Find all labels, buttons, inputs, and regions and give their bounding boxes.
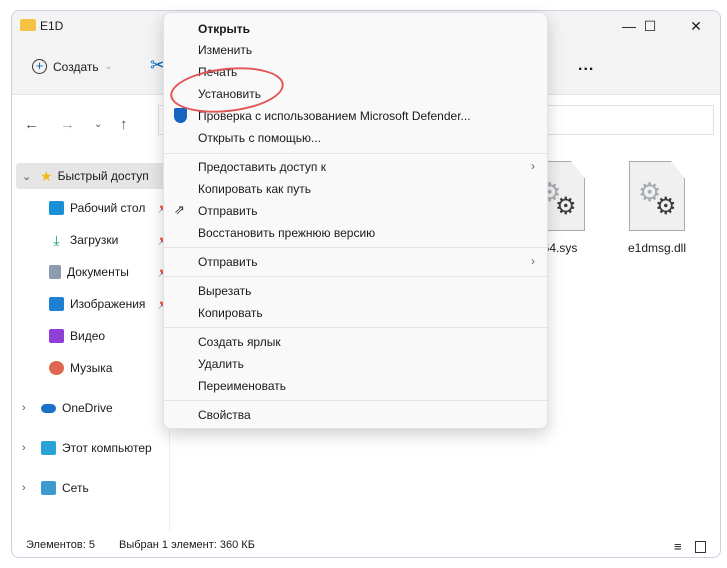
network-icon <box>41 481 56 495</box>
cloud-icon <box>41 403 56 413</box>
close-button[interactable]: ✕ <box>676 15 716 37</box>
sidebar-label: Быстрый доступ <box>57 169 149 183</box>
menu-separator <box>164 327 547 328</box>
menu-item-share[interactable]: Отправить <box>198 204 258 218</box>
more-button[interactable]: ... <box>578 57 594 75</box>
create-button[interactable]: + Создать ⌄ <box>32 59 112 74</box>
menu-item-copy[interactable]: Копировать <box>198 306 263 320</box>
sidebar-item-videos[interactable]: Видео <box>12 323 170 349</box>
chevron-right-icon: › <box>531 159 535 173</box>
menu-item-edit[interactable]: Изменить <box>198 43 252 57</box>
plus-icon: + <box>32 59 47 74</box>
chevron-down-icon: ⌄ <box>22 170 32 183</box>
sidebar-item-pictures[interactable]: Изображения📌 <box>12 291 170 317</box>
file-name: e1dmsg.dll <box>627 241 687 255</box>
computer-icon <box>41 441 56 455</box>
chevron-right-icon: › <box>22 482 26 494</box>
folder-icon <box>20 19 36 31</box>
sidebar-label: Изображения <box>70 297 146 311</box>
sidebar-item-desktop[interactable]: Рабочий стол📌 <box>12 195 170 221</box>
navigation-pane: ⌄ ★ Быстрый доступ Рабочий стол📌 ⤓ Загруз… <box>12 151 170 531</box>
sidebar-label: Этот компьютер <box>62 441 152 455</box>
video-icon <box>49 329 64 343</box>
music-icon <box>49 361 64 375</box>
sidebar-item-documents[interactable]: Документы📌 <box>12 259 170 285</box>
sidebar-quick-access[interactable]: ⌄ ★ Быстрый доступ <box>16 163 170 189</box>
menu-item-rename[interactable]: Переименовать <box>198 379 286 393</box>
status-bar: Элементов: 5 Выбран 1 элемент: 360 КБ ≡ <box>12 539 720 557</box>
menu-separator <box>164 276 547 277</box>
sidebar-item-downloads[interactable]: ⤓Загрузки📌 <box>12 227 170 253</box>
documents-icon <box>49 265 61 279</box>
menu-item-send-to[interactable]: Отправить <box>198 255 258 269</box>
menu-separator <box>164 247 547 248</box>
sidebar-item-this-pc[interactable]: › Этот компьютер <box>12 435 170 461</box>
create-label: Создать <box>53 59 99 74</box>
sidebar-label: Загрузки <box>70 233 119 247</box>
sidebar-item-network[interactable]: › Сеть <box>12 475 170 501</box>
sidebar-item-onedrive[interactable]: › OneDrive <box>12 395 170 421</box>
defender-shield-icon <box>174 108 187 123</box>
sidebar-label: Документы <box>67 265 129 279</box>
sidebar-label: OneDrive <box>62 401 113 415</box>
item-count: Элементов: 5 <box>26 539 95 551</box>
menu-item-copy-path[interactable]: Копировать как путь <box>198 182 311 196</box>
menu-item-open-with[interactable]: Открыть с помощью... <box>198 131 321 145</box>
chevron-right-icon: › <box>22 442 26 454</box>
selection-info: Выбран 1 элемент: 360 КБ <box>119 539 255 551</box>
sidebar-label: Музыка <box>70 361 113 375</box>
system-file-icon: ⚙ ⚙ <box>629 161 685 231</box>
chevron-right-icon: › <box>531 254 535 268</box>
details-view-icon[interactable]: ≡ <box>674 539 682 554</box>
menu-item-restore-previous[interactable]: Восстановить прежнюю версию <box>198 226 375 240</box>
download-icon: ⤓ <box>53 232 60 248</box>
sidebar-item-music[interactable]: Музыка <box>12 355 170 381</box>
chevron-right-icon: › <box>22 402 26 414</box>
pictures-icon <box>49 297 64 311</box>
file-item[interactable]: ⚙ ⚙ e1dmsg.dll <box>612 161 702 255</box>
share-icon: ⇗ <box>174 202 185 217</box>
menu-separator <box>164 153 547 154</box>
sidebar-label: Видео <box>70 329 106 343</box>
maximize-button[interactable]: ☐ <box>630 15 670 37</box>
menu-separator <box>164 400 547 401</box>
up-button[interactable]: ↑ <box>120 116 128 133</box>
sidebar-label: Сеть <box>62 481 89 495</box>
window-title: E1D <box>40 19 64 33</box>
recent-dropdown[interactable]: ⌄ <box>94 119 102 130</box>
menu-item-delete[interactable]: Удалить <box>198 357 244 371</box>
star-icon: ★ <box>40 167 53 184</box>
desktop-icon <box>49 201 64 215</box>
menu-item-defender-scan[interactable]: Проверка с использованием Microsoft Defe… <box>198 109 471 123</box>
menu-item-properties[interactable]: Свойства <box>198 408 251 422</box>
menu-item-create-shortcut[interactable]: Создать ярлык <box>198 335 281 349</box>
sidebar-label: Рабочий стол <box>70 201 146 215</box>
tiles-view-icon[interactable] <box>695 541 706 553</box>
menu-item-open[interactable]: Открыть <box>198 22 250 36</box>
back-button[interactable]: ← <box>24 116 39 133</box>
forward-button[interactable]: → <box>60 116 75 133</box>
chevron-down-icon: ⌄ <box>104 61 113 71</box>
menu-item-cut[interactable]: Вырезать <box>198 284 251 298</box>
menu-item-give-access[interactable]: Предоставить доступ к <box>198 160 326 174</box>
